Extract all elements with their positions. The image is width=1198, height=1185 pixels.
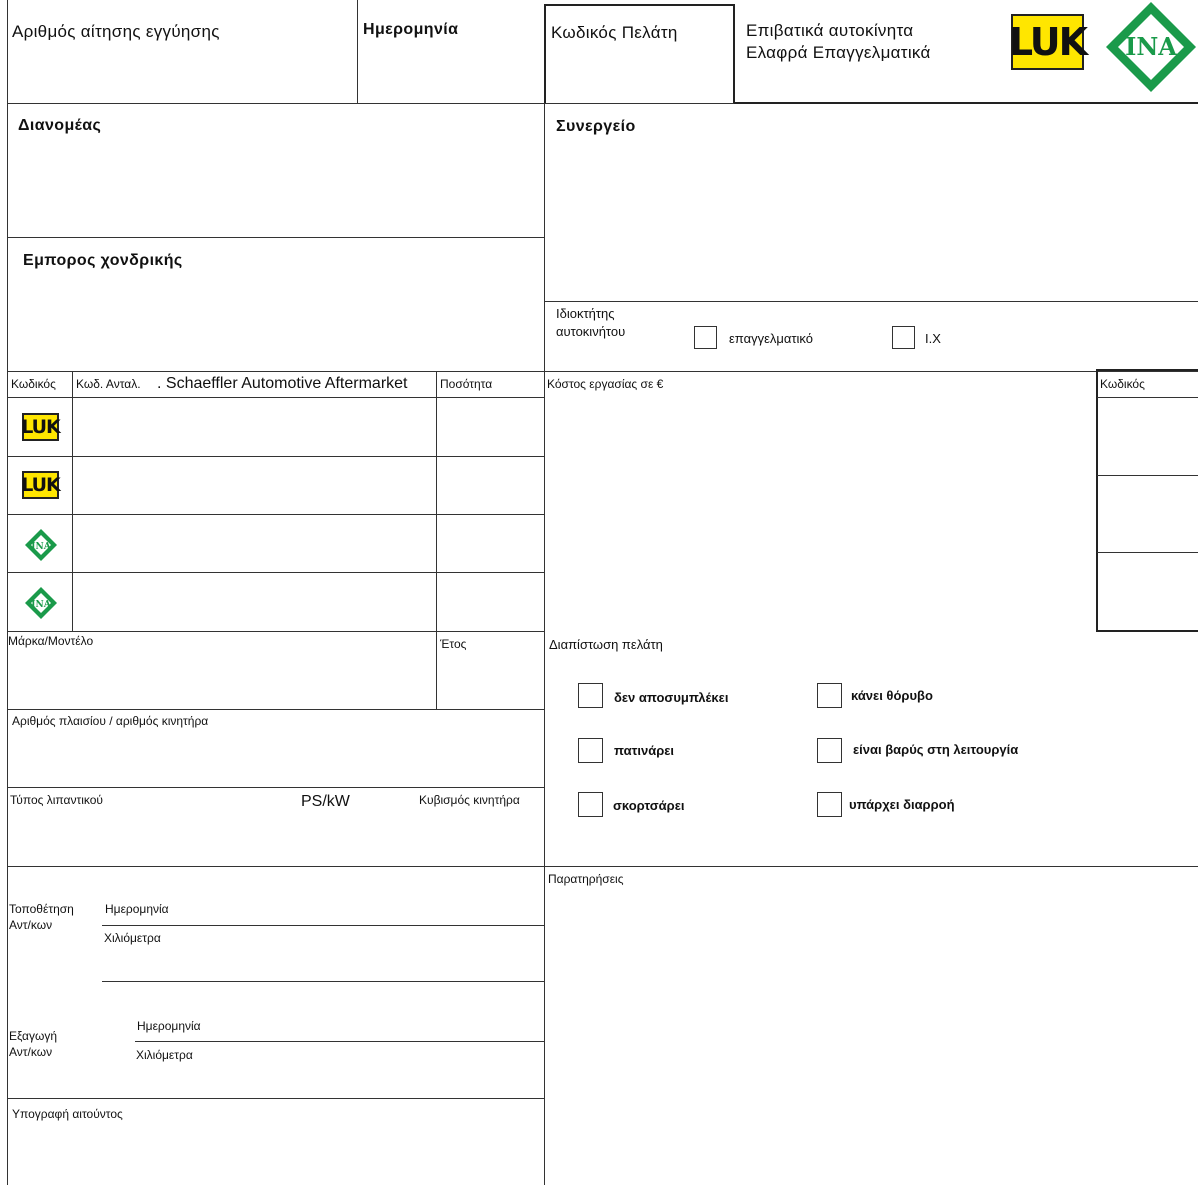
year-label: Έτος [440, 637, 467, 651]
divider [357, 0, 358, 103]
row-ina-logo: INA [25, 529, 57, 561]
installation-label-line2: Αντ/κων [9, 918, 53, 932]
divider [544, 301, 1198, 302]
signature-label: Υπογραφή αιτούντος [12, 1107, 123, 1121]
divider [102, 925, 544, 926]
row-ina-logo: INA [25, 587, 57, 619]
left-border [7, 0, 8, 1185]
diagnosis-checkbox[interactable] [578, 792, 603, 817]
owner-label-line2: αυτοκινήτου [556, 324, 626, 339]
displacement-label: Κυβισμός κινητήρα [419, 793, 520, 807]
distributor-label: Διανομέας [18, 117, 102, 134]
professional-checkbox[interactable] [694, 326, 717, 349]
row-luk-logo: LUK [21, 471, 61, 499]
category-line1: Επιβατικά αυτοκίνητα [746, 21, 914, 40]
divider [7, 1098, 544, 1099]
diagnosis-checkbox[interactable] [817, 792, 842, 817]
divider [72, 371, 73, 631]
center-divider [544, 103, 545, 1185]
diagnosis-option: είναι βαρύς στη λειτουργία [853, 742, 1019, 757]
divider [7, 371, 1198, 372]
diagnosis-option: πατινάρει [614, 743, 675, 758]
vin-engine-label: Αριθμός πλαισίου / αριθμός κινητήρα [12, 714, 209, 728]
divider [7, 572, 544, 573]
private-label: Ι.Χ [925, 331, 941, 346]
divider [1096, 630, 1198, 632]
private-checkbox[interactable] [892, 326, 915, 349]
power-label: PS/kW [301, 793, 350, 810]
ina-logo-text: INA [1125, 32, 1177, 61]
divider [7, 456, 544, 457]
divider [1097, 552, 1198, 553]
svg-text:INA: INA [31, 600, 51, 610]
col-brand-header: . Schaeffler Automotive Aftermarket [157, 375, 408, 392]
row-luk-logo: LUK [21, 413, 61, 441]
divider [544, 4, 734, 6]
removal-label-line1: Εξαγωγή [9, 1029, 58, 1043]
removal-date-label: Ημερομηνία [137, 1019, 201, 1033]
divider [1097, 397, 1198, 398]
installation-km-label: Χιλιόμετρα [104, 931, 161, 945]
divider [436, 371, 437, 709]
diagnosis-option: σκορτσάρει [613, 798, 685, 813]
remarks-label: Παρατηρήσεις [548, 872, 624, 886]
divider [102, 981, 544, 982]
diagnosis-checkbox[interactable] [817, 738, 842, 763]
installation-label-line1: Τοποθέτηση [9, 902, 74, 916]
divider [7, 787, 544, 788]
labor-code-label: Κωδικός [1100, 377, 1145, 391]
svg-text:INA: INA [31, 542, 51, 552]
divider [135, 1041, 544, 1042]
divider [1096, 369, 1198, 371]
category-line2: Ελαφρά Επαγγελματικά [746, 43, 931, 62]
col-part-code-header: Κωδ. Ανταλ. [76, 377, 141, 391]
wholesaler-label: Εμπορος χονδρικής [23, 252, 183, 269]
divider [7, 237, 544, 238]
labor-cost-label: Κόστος εργασίας σε € [547, 377, 664, 391]
removal-label-line2: Αντ/κων [9, 1045, 53, 1059]
divider [7, 103, 734, 104]
installation-date-label: Ημερομηνία [105, 902, 169, 916]
diagnosis-checkbox[interactable] [578, 683, 603, 708]
owner-label-line1: Ιδιοκτήτης [556, 306, 615, 321]
diagnosis-title: Διαπίστωση πελάτη [549, 637, 663, 652]
date-label: Ημερομηνία [363, 21, 459, 38]
divider [7, 514, 544, 515]
lubricant-label: Τύπος λιπαντικού [10, 793, 103, 807]
customer-code-label: Κωδικός Πελάτη [551, 23, 678, 42]
divider [1097, 475, 1198, 476]
professional-label: επαγγελματικό [729, 331, 813, 346]
col-code-header: Κωδικός [11, 377, 56, 391]
make-model-label: Μάρκα/Μοντέλο [8, 634, 94, 648]
removal-km-label: Χιλιόμετρα [136, 1048, 193, 1062]
divider [7, 866, 1198, 867]
divider [733, 102, 1198, 104]
divider [733, 4, 735, 104]
warranty-request-label: Αριθμός αίτησης εγγύησης [12, 22, 220, 41]
diagnosis-checkbox[interactable] [817, 683, 842, 708]
luk-logo: LUK [1009, 14, 1088, 70]
divider [7, 397, 544, 398]
diagnosis-option: δεν αποσυμπλέκει [614, 690, 729, 705]
diagnosis-option: κάνει θόρυβο [851, 688, 933, 703]
ina-logo: INA [1106, 2, 1196, 92]
divider [7, 631, 544, 632]
diagnosis-checkbox[interactable] [578, 738, 603, 763]
divider [7, 709, 544, 710]
divider [1096, 369, 1098, 632]
diagnosis-option: υπάρχει διαρροή [849, 797, 955, 812]
workshop-label: Συνεργείο [556, 118, 636, 135]
divider [544, 4, 546, 103]
col-quantity-header: Ποσότητα [440, 377, 493, 391]
